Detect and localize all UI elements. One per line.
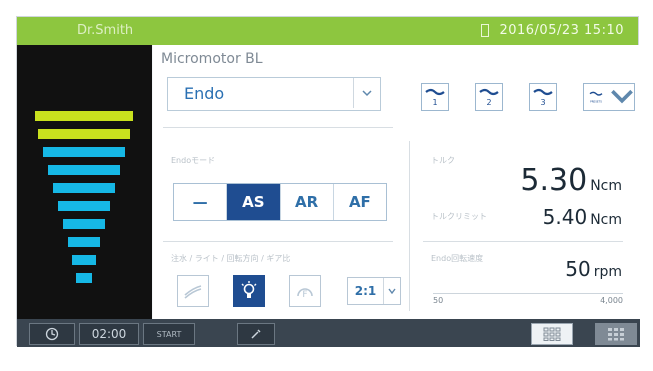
- presets-label: PRESETS: [590, 99, 602, 103]
- water-button[interactable]: [177, 275, 209, 307]
- torque-limit-label: トルクリミット: [431, 212, 487, 221]
- torque-unit: Ncm: [590, 178, 622, 194]
- torque-value: 5.30 Ncm: [520, 163, 622, 198]
- tool-icon: [251, 329, 261, 339]
- preset-icon: PRESETS: [589, 91, 603, 103]
- speed-number: 50: [565, 257, 591, 281]
- timer-display: 02:00: [79, 323, 139, 345]
- preset-label: 3: [540, 98, 545, 107]
- section-divider: [163, 127, 393, 128]
- speed-unit: rpm: [593, 264, 622, 280]
- settings-label: 注水 / ライト / 回転方向 / ギア比: [171, 254, 291, 263]
- column-divider: [409, 251, 410, 311]
- bottom-toolbar: 02:00 START: [17, 319, 640, 347]
- section-divider: [423, 241, 623, 242]
- main-content: Micromotor BL Endo 1 2 3 PRESETS Endoモード…: [153, 45, 640, 341]
- device-screen: Dr.Smith 2016/05/23 15:10 Micromotor BL …: [16, 16, 640, 347]
- chevron-down-icon[interactable]: [383, 278, 400, 304]
- timer-button[interactable]: [29, 323, 75, 345]
- torque-bar: [68, 237, 100, 247]
- grid-view-button[interactable]: [531, 323, 573, 345]
- torque-limit-number: 5.40: [542, 205, 588, 229]
- datetime-text: 2016/05/23 15:10: [499, 23, 624, 38]
- torque-number: 5.30: [520, 163, 588, 198]
- endo-mode-label: Endoモード: [171, 156, 216, 165]
- preset-icon: 1: [425, 88, 445, 107]
- speed-label: Endo回転速度: [431, 254, 484, 263]
- torque-bar: [76, 273, 92, 283]
- light-bulb-icon: [241, 281, 257, 298]
- timer-icon: [45, 327, 59, 341]
- preset-button-3[interactable]: 3: [529, 83, 557, 111]
- mode-select[interactable]: Endo: [167, 77, 381, 111]
- column-divider: [409, 141, 410, 251]
- datetime: 2016/05/23 15:10: [480, 23, 624, 38]
- svg-text:F: F: [302, 290, 307, 300]
- preset-button-1[interactable]: 1: [421, 83, 449, 111]
- preset-label: 2: [486, 98, 491, 107]
- preset-icon: 3: [533, 88, 553, 107]
- torque-limit-value: 5.40 Ncm: [543, 205, 622, 229]
- mode-select-value: Endo: [184, 84, 225, 103]
- torque-bar: [53, 183, 115, 193]
- torque-bar: [48, 165, 120, 175]
- torque-bar: [58, 201, 110, 211]
- section-divider: [163, 241, 393, 242]
- rotation-icon: F: [297, 288, 313, 300]
- torque-bar: [38, 129, 130, 139]
- preset-label: 1: [432, 98, 437, 107]
- start-button[interactable]: START: [143, 323, 195, 345]
- speed-scale-max: 4,000: [600, 296, 623, 305]
- torque-limit-unit: Ncm: [590, 212, 622, 228]
- status-bar: Dr.Smith 2016/05/23 15:10: [17, 17, 638, 45]
- light-button[interactable]: [233, 275, 265, 307]
- mode-af-button[interactable]: AF: [334, 184, 386, 220]
- speed-scale-min: 50: [433, 296, 444, 305]
- water-spray-icon: [184, 285, 202, 299]
- grid-icon: [608, 328, 624, 341]
- rotation-button[interactable]: F: [289, 275, 321, 307]
- torque-bar: [63, 219, 105, 229]
- chevron-down-icon[interactable]: [610, 84, 634, 111]
- mode-as-button[interactable]: AS: [227, 184, 281, 220]
- torque-bar: [35, 111, 133, 121]
- preset-button-2[interactable]: 2: [475, 83, 503, 111]
- mode-ar-button[interactable]: AR: [281, 184, 334, 220]
- battery-icon: [480, 24, 489, 37]
- torque-indicator-panel: [17, 45, 152, 347]
- speed-value: 50 rpm: [565, 257, 622, 281]
- mode-off-button[interactable]: —: [174, 184, 228, 220]
- gear-ratio-select[interactable]: 2:1: [347, 277, 401, 305]
- torque-bar: [43, 147, 125, 157]
- presets-menu-button[interactable]: PRESETS: [583, 83, 635, 111]
- preset-icon: 2: [479, 88, 499, 107]
- torque-label: トルク: [431, 156, 455, 165]
- speed-scale: 50 4,000: [433, 293, 623, 310]
- gear-ratio-value: 2:1: [354, 284, 377, 298]
- chevron-down-icon[interactable]: [353, 78, 380, 108]
- page-title: Micromotor BL: [161, 51, 263, 67]
- grid-alt-button[interactable]: [595, 323, 637, 345]
- endo-mode-switch[interactable]: — AS AR AF: [173, 183, 387, 221]
- tool-button[interactable]: [237, 323, 275, 345]
- grid-icon: [543, 327, 561, 341]
- user-name: Dr.Smith: [77, 23, 134, 38]
- torque-bar: [72, 255, 96, 265]
